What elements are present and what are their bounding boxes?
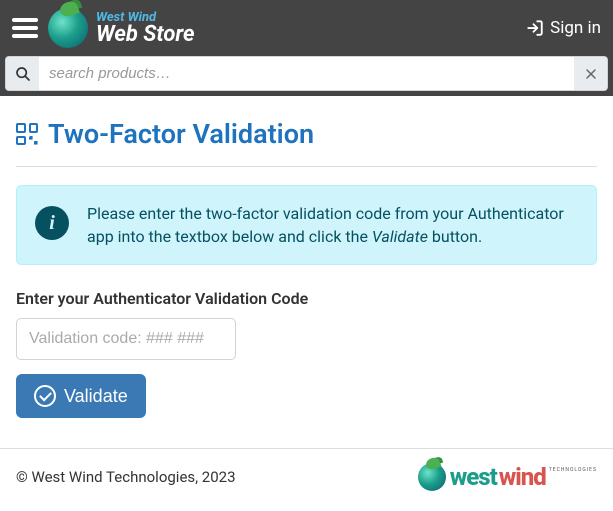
menu-icon[interactable] — [12, 15, 38, 41]
signin-label: Sign in — [550, 18, 601, 38]
validation-code-input[interactable] — [16, 318, 236, 360]
search-clear-button[interactable] — [574, 56, 608, 91]
main-content: Two-Factor Validation i Please enter the… — [0, 96, 613, 448]
brand-logo-icon — [48, 8, 88, 48]
brand-bottom-text: Web Store — [96, 24, 195, 46]
copyright-text: © West Wind Technologies, 2023 — [16, 468, 236, 486]
footer-logo[interactable]: westwind TECHNOLOGIES — [418, 463, 597, 491]
signin-icon — [526, 19, 544, 37]
page-title-text: Two-Factor Validation — [48, 118, 314, 150]
search-input[interactable] — [39, 56, 574, 91]
search-bar — [0, 56, 613, 96]
search-icon[interactable] — [5, 56, 39, 91]
code-label: Enter your Authenticator Validation Code — [16, 289, 597, 308]
validate-button[interactable]: Validate — [16, 374, 146, 418]
qr-code-icon — [16, 123, 38, 145]
footer-logo-icon — [418, 463, 446, 491]
info-text: Please enter the two-factor validation c… — [87, 202, 578, 248]
page-title: Two-Factor Validation — [16, 118, 597, 167]
check-circle-icon — [34, 385, 56, 407]
footer: © West Wind Technologies, 2023 westwind … — [0, 448, 613, 511]
signin-link[interactable]: Sign in — [526, 18, 601, 38]
close-icon — [585, 68, 597, 80]
validate-button-label: Validate — [64, 386, 128, 407]
info-alert: i Please enter the two-factor validation… — [16, 185, 597, 265]
info-icon: i — [35, 206, 69, 240]
brand[interactable]: West Wind Web Store — [48, 8, 526, 48]
top-bar: West Wind Web Store Sign in — [0, 0, 613, 56]
